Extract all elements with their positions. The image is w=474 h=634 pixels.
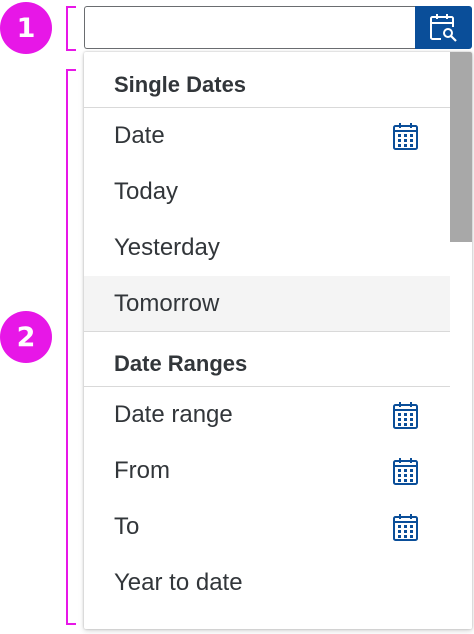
list-item-label: Year to date [114, 569, 243, 596]
date-options-popover: Single Dates Date Today Yesterday Tomorr… [84, 52, 472, 629]
list-item-label: Date [114, 122, 165, 149]
annotation-marker-2: 2 [0, 311, 52, 363]
list-item-from[interactable]: From [84, 443, 450, 499]
list-item-tomorrow[interactable]: Tomorrow [84, 276, 450, 332]
list-item-year-to-date[interactable]: Year to date [84, 555, 450, 611]
value-help-button[interactable] [415, 6, 472, 49]
list-item-yesterday[interactable]: Yesterday [84, 220, 450, 276]
annotation-bracket-2 [66, 69, 76, 625]
list-item-label: From [114, 457, 170, 484]
annotation-marker-2-label: 2 [16, 321, 36, 353]
list-item-label: Date range [114, 401, 233, 428]
list-item-label: Yesterday [114, 234, 220, 261]
date-options-list: Single Dates Date Today Yesterday Tomorr… [84, 52, 450, 611]
list-item-label: Tomorrow [114, 289, 220, 317]
list-item-to[interactable]: To [84, 499, 450, 555]
scrollbar-track[interactable] [450, 52, 472, 629]
list-item-today[interactable]: Today [84, 164, 450, 220]
annotation-marker-1-label: 1 [16, 12, 36, 44]
date-input[interactable] [84, 6, 415, 49]
group-header-label: Single Dates [114, 72, 247, 97]
annotation-marker-1: 1 [0, 2, 52, 54]
group-header-single-dates: Single Dates [84, 52, 450, 108]
calendar-search-icon [429, 13, 457, 42]
annotation-bracket-1 [66, 6, 76, 51]
list-item-label: To [114, 513, 140, 540]
list-item-date-range[interactable]: Date range [84, 387, 450, 443]
list-item-label: Today [114, 178, 179, 205]
group-header-label: Date Ranges [114, 351, 248, 376]
calendar-icon [393, 123, 418, 150]
calendar-icon [393, 402, 418, 429]
calendar-icon [393, 514, 418, 541]
calendar-icon [393, 458, 418, 485]
scrollbar-thumb[interactable] [450, 52, 472, 242]
group-header-date-ranges: Date Ranges [84, 332, 450, 387]
list-item-date[interactable]: Date [84, 108, 450, 164]
